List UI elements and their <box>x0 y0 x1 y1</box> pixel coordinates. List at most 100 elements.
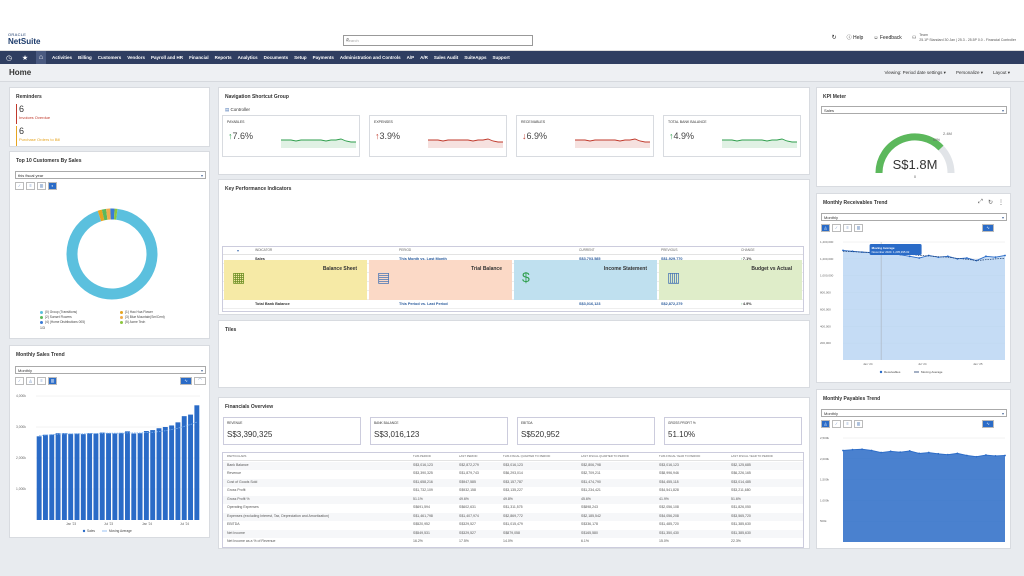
value-cell[interactable]: S$3,016,123 <box>413 463 433 467</box>
legend-item[interactable]: (1) Hao Hua Flower <box>120 310 153 314</box>
data-point[interactable] <box>899 451 902 454</box>
sales-bar[interactable] <box>181 416 187 520</box>
data-point[interactable] <box>889 450 892 453</box>
value-cell[interactable]: 6.1% <box>581 539 589 543</box>
value-cell[interactable]: S$520,952 <box>413 522 430 526</box>
donut-slice[interactable] <box>97 209 105 222</box>
value-cell[interactable]: S$4,056,208 <box>659 514 679 518</box>
data-point[interactable] <box>985 454 987 456</box>
nav-item-sales-audit[interactable]: Sales Audit <box>434 55 458 60</box>
value-cell[interactable]: 49.8% <box>503 497 513 501</box>
bar-chart-icon[interactable]: ≡ <box>843 224 852 232</box>
value-cell[interactable]: S$8,996,946 <box>659 471 679 475</box>
value-cell[interactable]: S$336,178 <box>581 522 598 526</box>
legend-item[interactable]: (4) (Home Distributions 005) <box>40 320 85 324</box>
value-cell[interactable]: S$1,461,798 <box>413 514 433 518</box>
value-cell[interactable]: S$2,125,685 <box>731 463 751 467</box>
sales-bar[interactable] <box>150 430 156 520</box>
recent-records-icon[interactable]: ↻ <box>832 34 837 41</box>
sales-bar[interactable] <box>118 432 124 520</box>
data-point[interactable] <box>946 453 949 456</box>
sales-bar[interactable] <box>49 434 55 520</box>
data-point[interactable] <box>965 454 968 457</box>
value-cell[interactable]: S$6,226,165 <box>731 471 751 475</box>
value-cell[interactable]: S$165,580 <box>581 531 598 535</box>
payables-period-select[interactable]: Monthly ▾ <box>821 409 1007 417</box>
period-link[interactable]: This Period vs. Last Period <box>399 302 448 306</box>
value-cell[interactable]: S$1,658,216 <box>413 480 433 484</box>
column-chart-icon[interactable]: ▥ <box>854 420 863 428</box>
data-point[interactable] <box>908 449 911 452</box>
sales-bar[interactable] <box>143 431 149 520</box>
expand-icon[interactable]: ▾ <box>237 248 239 253</box>
financial-card[interactable]: BANK BALANCE S$3,016,123 <box>370 417 508 445</box>
sales-bar[interactable] <box>36 436 42 520</box>
tile-balance-sheet[interactable]: ▦ Balance Sheet <box>224 260 367 300</box>
nav-item-administration-and-controls[interactable]: Administration and Controls <box>340 55 401 60</box>
user-menu[interactable]: ⚇ Team 25.1P Standard 30 Jan | 25.3 - 25… <box>912 33 1016 42</box>
data-point[interactable] <box>956 452 959 455</box>
value-cell[interactable]: S$1,879,743 <box>459 471 479 475</box>
value-cell[interactable]: S$2,185,542 <box>581 514 601 518</box>
value-cell[interactable]: S$1,485,720 <box>659 522 679 526</box>
tile-income-statement[interactable]: $ Income Statement <box>514 260 657 300</box>
value-cell[interactable]: 49.6% <box>459 497 469 501</box>
value-cell[interactable]: S$3,014,485 <box>731 480 751 484</box>
line-chart-icon[interactable]: ⁄ <box>832 420 841 428</box>
sales-bar[interactable] <box>80 434 86 520</box>
value-cell[interactable]: 45.6% <box>581 497 591 501</box>
value-cell[interactable]: 16.2% <box>413 539 423 543</box>
nav-item-reports[interactable]: Reports <box>215 55 232 60</box>
trend-line-icon[interactable]: ∿ <box>982 224 994 232</box>
data-point[interactable] <box>1004 454 1006 457</box>
sales-bar[interactable] <box>162 427 168 520</box>
value-cell[interactable]: S$1,385,630 <box>731 531 751 535</box>
viewing-settings-dropdown[interactable]: Viewing: Period date settings ▾ <box>884 70 945 76</box>
data-point[interactable] <box>870 449 873 452</box>
data-point[interactable] <box>880 451 883 454</box>
value-cell[interactable]: 14.0% <box>503 539 513 543</box>
more-options-icon[interactable]: ⋮ <box>998 199 1004 206</box>
feedback-link[interactable]: ☺ Feedback <box>873 35 901 41</box>
current-value[interactable]: S$3,016,123 <box>579 302 601 306</box>
value-cell[interactable]: S$1,474,790 <box>581 480 601 484</box>
previous-value[interactable]: S$2,872,279 <box>661 302 683 306</box>
sales-bar[interactable] <box>156 428 162 520</box>
value-cell[interactable]: S$549,531 <box>413 531 430 535</box>
nav-item-analytics[interactable]: Analytics <box>238 55 258 60</box>
value-cell[interactable]: S$329,527 <box>459 531 476 535</box>
value-cell[interactable]: S$1,015,479 <box>503 522 523 526</box>
data-point[interactable] <box>861 448 863 451</box>
nav-item-support[interactable]: Support <box>493 55 510 60</box>
nav-item-financial[interactable]: Financial <box>189 55 209 60</box>
line-chart-icon[interactable]: ⁄ <box>15 377 24 385</box>
value-cell[interactable]: S$947,585 <box>459 480 476 484</box>
value-cell[interactable]: S$4,541,828 <box>659 488 679 492</box>
value-cell[interactable]: S$898,243 <box>581 505 598 509</box>
value-cell[interactable]: S$6,293,014 <box>503 471 523 475</box>
nav-item-activities[interactable]: Activities <box>52 55 72 60</box>
sales-bar[interactable] <box>74 433 80 520</box>
receivables-period-select[interactable]: Monthly ▾ <box>821 213 1007 221</box>
nav-item-vendors[interactable]: Vendors <box>127 55 145 60</box>
value-cell[interactable]: S$879,058 <box>503 531 520 535</box>
value-cell[interactable]: 17.5% <box>459 539 469 543</box>
value-cell[interactable]: S$3,211,680 <box>731 488 751 492</box>
value-cell[interactable]: S$1,732,109 <box>413 488 433 492</box>
monthly-sales-period-select[interactable]: Monthly ▾ <box>15 366 206 374</box>
column-chart-icon[interactable]: ▥ <box>37 182 46 190</box>
column-chart-icon[interactable]: ▥ <box>854 224 863 232</box>
value-cell[interactable]: S$3,135,227 <box>503 488 523 492</box>
value-cell[interactable]: S$3,390,325 <box>413 471 433 475</box>
recent-icon[interactable]: ◷ <box>4 54 14 62</box>
nav-item-billing[interactable]: Billing <box>78 55 92 60</box>
value-cell[interactable]: 22.3% <box>731 539 741 543</box>
nav-item-customers[interactable]: Customers <box>98 55 122 60</box>
area-chart-icon[interactable]: ◬ <box>821 224 830 232</box>
legend-item[interactable]: (3) Blue Mountain(Sm/Cent) <box>120 315 165 319</box>
bar-chart-icon[interactable]: ≡ <box>843 420 852 428</box>
data-point[interactable] <box>851 448 854 451</box>
data-point[interactable] <box>918 257 921 259</box>
refresh-icon[interactable]: ↻ <box>988 199 993 206</box>
value-cell[interactable]: S$2,869,772 <box>503 514 523 518</box>
